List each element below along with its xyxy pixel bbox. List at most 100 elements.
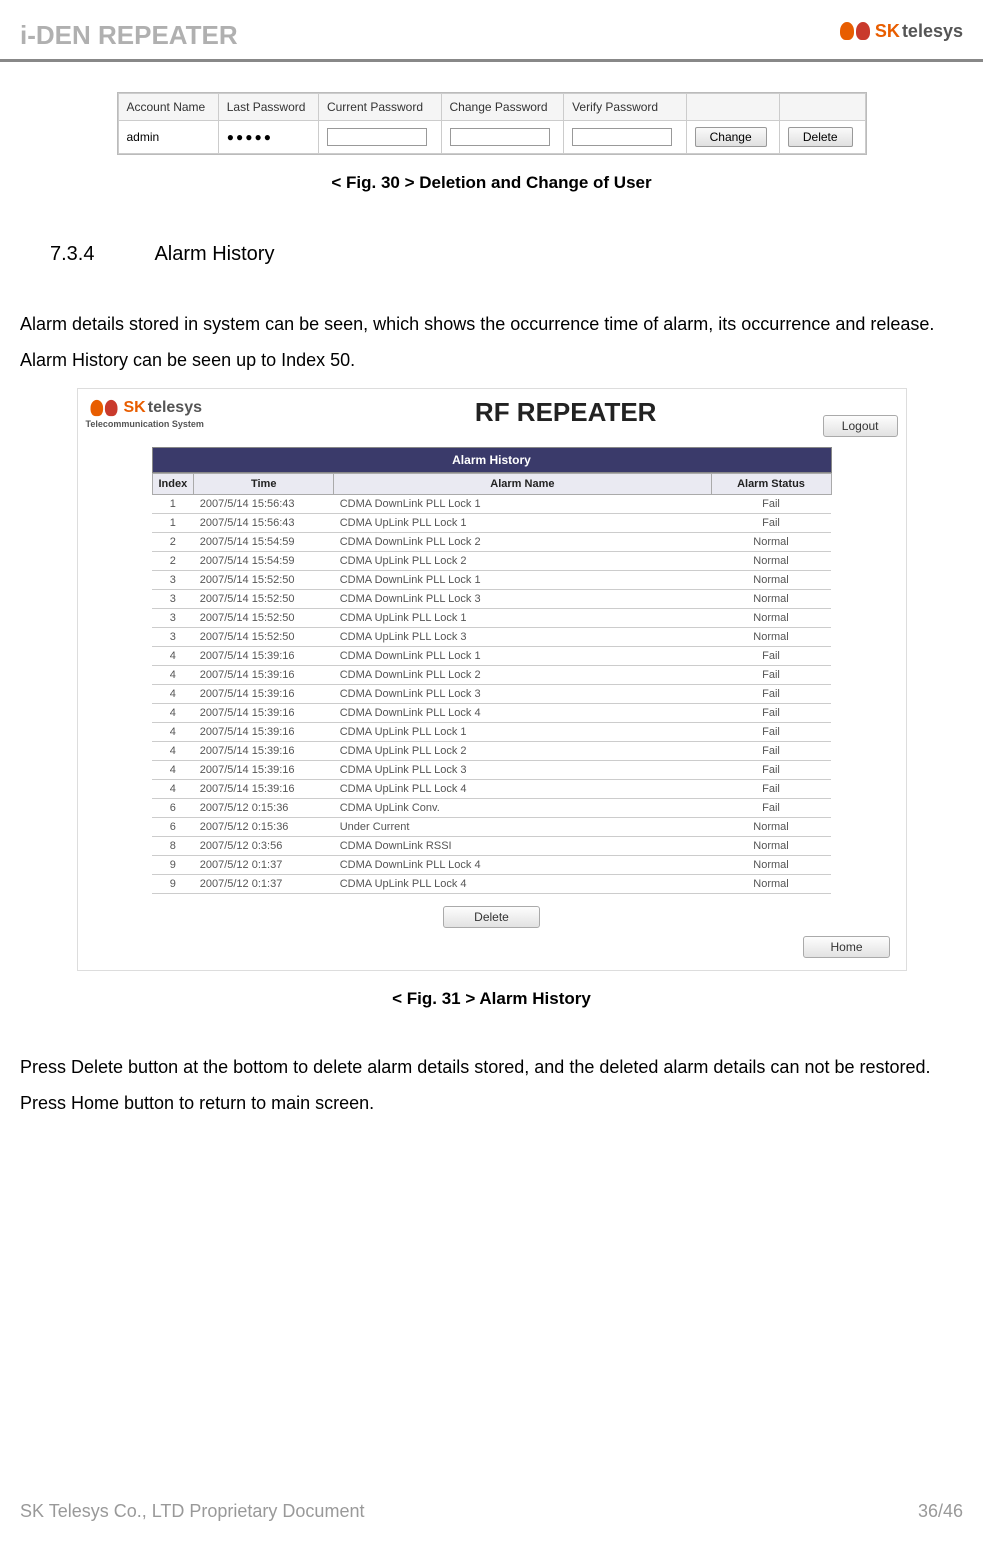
alarm-time-cell: 2007/5/14 15:39:16 <box>194 723 334 742</box>
table-row: admin ●●●●● Change Delete <box>118 121 865 154</box>
footer-left: SK Telesys Co., LTD Proprietary Document <box>20 1501 364 1522</box>
page-content: Account Name Last Password Current Passw… <box>0 62 983 1121</box>
current-password-input[interactable] <box>327 128 427 146</box>
alarm-name-cell: CDMA UpLink Conv. <box>334 799 711 818</box>
alarm-status-cell: Fail <box>711 761 831 780</box>
verify-password-cell <box>564 121 687 154</box>
section-heading: 7.3.4 Alarm History <box>50 243 963 266</box>
alarm-time-cell: 2007/5/12 0:15:36 <box>194 799 334 818</box>
alarm-time-cell: 2007/5/14 15:52:50 <box>194 571 334 590</box>
change-password-input[interactable] <box>450 128 550 146</box>
change-button[interactable]: Change <box>695 127 767 147</box>
alarm-index-cell: 4 <box>152 666 194 685</box>
delete-btn-cell: Delete <box>779 121 865 154</box>
alarm-history-screenshot: SK telesys Telecommunication System RF R… <box>77 388 907 971</box>
alarm-status-cell: Fail <box>711 723 831 742</box>
table-row: 32007/5/14 15:52:50CDMA UpLink PLL Lock … <box>152 628 831 647</box>
alarm-index-cell: 2 <box>152 552 194 571</box>
col-index: Index <box>152 474 194 495</box>
alarm-name-cell: CDMA DownLink PLL Lock 1 <box>334 571 711 590</box>
table-row: 32007/5/14 15:52:50CDMA UpLink PLL Lock … <box>152 609 831 628</box>
table-row: 42007/5/14 15:39:16CDMA DownLink PLL Loc… <box>152 647 831 666</box>
delete-alarms-button[interactable]: Delete <box>443 906 540 928</box>
alarm-name-cell: CDMA DownLink PLL Lock 1 <box>334 495 711 514</box>
account-name-cell: admin <box>118 121 218 154</box>
alarm-status-cell: Fail <box>711 514 831 533</box>
alarm-name-cell: CDMA DownLink RSSI <box>334 837 711 856</box>
home-button[interactable]: Home <box>803 936 889 958</box>
table-row: 32007/5/14 15:52:50CDMA DownLink PLL Loc… <box>152 571 831 590</box>
alarm-index-cell: 4 <box>152 704 194 723</box>
alarm-table-header-row: Index Time Alarm Name Alarm Status <box>152 474 831 495</box>
alarm-status-cell: Normal <box>711 609 831 628</box>
alarm-name-cell: CDMA DownLink PLL Lock 2 <box>334 666 711 685</box>
alarm-index-cell: 3 <box>152 628 194 647</box>
alarm-status-cell: Fail <box>711 742 831 761</box>
alarm-time-cell: 2007/5/14 15:56:43 <box>194 495 334 514</box>
alarm-index-cell: 9 <box>152 856 194 875</box>
alarm-time-cell: 2007/5/14 15:39:16 <box>194 704 334 723</box>
table-row: 32007/5/14 15:52:50CDMA DownLink PLL Loc… <box>152 590 831 609</box>
col-delete-btn <box>779 94 865 121</box>
alarm-name-cell: CDMA UpLink PLL Lock 1 <box>334 723 711 742</box>
logout-button[interactable]: Logout <box>823 415 898 437</box>
alarm-logo-sk: SK <box>124 399 146 417</box>
fig30-block: Account Name Last Password Current Passw… <box>20 92 963 193</box>
table-row: 82007/5/12 0:3:56CDMA DownLink RSSINorma… <box>152 837 831 856</box>
alarm-history-title-bar: Alarm History <box>152 447 832 473</box>
alarm-history-table: Index Time Alarm Name Alarm Status 12007… <box>152 473 832 894</box>
alarm-logo-row: SK telesys <box>86 397 204 419</box>
home-row: Home <box>86 936 890 958</box>
alarm-index-cell: 4 <box>152 742 194 761</box>
table-row: 12007/5/14 15:56:43CDMA DownLink PLL Loc… <box>152 495 831 514</box>
user-mgmt-table-wrap: Account Name Last Password Current Passw… <box>117 92 867 155</box>
alarm-logo-block: SK telesys Telecommunication System <box>86 397 204 429</box>
table-row: 42007/5/14 15:39:16CDMA UpLink PLL Lock … <box>152 780 831 799</box>
alarm-status-cell: Normal <box>711 875 831 894</box>
col-account: Account Name <box>118 94 218 121</box>
alarm-status-cell: Normal <box>711 837 831 856</box>
alarm-time-cell: 2007/5/14 15:56:43 <box>194 514 334 533</box>
verify-password-input[interactable] <box>572 128 672 146</box>
alarm-status-cell: Fail <box>711 704 831 723</box>
alarm-index-cell: 4 <box>152 647 194 666</box>
sk-telesys-logo: SK telesys <box>837 20 963 42</box>
alarm-time-cell: 2007/5/14 15:54:59 <box>194 552 334 571</box>
col-last-pw: Last Password <box>218 94 318 121</box>
butterfly-icon <box>87 398 119 418</box>
paragraph-3: Press Delete button at the bottom to del… <box>20 1049 963 1085</box>
alarm-logo-subtitle: Telecommunication System <box>86 419 204 429</box>
alarm-status-cell: Normal <box>711 856 831 875</box>
delete-user-button[interactable]: Delete <box>788 127 853 147</box>
alarm-status-cell: Fail <box>711 647 831 666</box>
alarm-name-cell: CDMA UpLink PLL Lock 3 <box>334 628 711 647</box>
alarm-name-cell: CDMA UpLink PLL Lock 1 <box>334 514 711 533</box>
current-password-cell <box>318 121 441 154</box>
alarm-name-cell: CDMA UpLink PLL Lock 3 <box>334 761 711 780</box>
alarm-status-cell: Fail <box>711 666 831 685</box>
col-current-pw: Current Password <box>318 94 441 121</box>
alarm-status-cell: Normal <box>711 590 831 609</box>
table-row: 42007/5/14 15:39:16CDMA UpLink PLL Lock … <box>152 723 831 742</box>
alarm-name-cell: CDMA UpLink PLL Lock 4 <box>334 780 711 799</box>
fig30-caption: < Fig. 30 > Deletion and Change of User <box>20 173 963 193</box>
alarm-time-cell: 2007/5/14 15:52:50 <box>194 609 334 628</box>
alarm-index-cell: 8 <box>152 837 194 856</box>
logo-sk-text: SK <box>875 21 900 42</box>
col-change-btn <box>686 94 779 121</box>
alarm-time-cell: 2007/5/12 0:1:37 <box>194 875 334 894</box>
table-row: 22007/5/14 15:54:59CDMA UpLink PLL Lock … <box>152 552 831 571</box>
alarm-time-cell: 2007/5/14 15:39:16 <box>194 666 334 685</box>
last-password-cell: ●●●●● <box>218 121 318 154</box>
alarm-status-cell: Fail <box>711 799 831 818</box>
alarm-status-cell: Normal <box>711 628 831 647</box>
alarm-time-cell: 2007/5/14 15:39:16 <box>194 780 334 799</box>
table-row: 92007/5/12 0:1:37CDMA DownLink PLL Lock … <box>152 856 831 875</box>
alarm-name-cell: CDMA UpLink PLL Lock 2 <box>334 552 711 571</box>
alarm-name-cell: CDMA DownLink PLL Lock 4 <box>334 856 711 875</box>
alarm-name-cell: CDMA UpLink PLL Lock 4 <box>334 875 711 894</box>
table-row: 42007/5/14 15:39:16CDMA DownLink PLL Loc… <box>152 666 831 685</box>
paragraph-4: Press Home button to return to main scre… <box>20 1085 963 1121</box>
table-row: 92007/5/12 0:1:37CDMA UpLink PLL Lock 4N… <box>152 875 831 894</box>
alarm-time-cell: 2007/5/12 0:15:36 <box>194 818 334 837</box>
